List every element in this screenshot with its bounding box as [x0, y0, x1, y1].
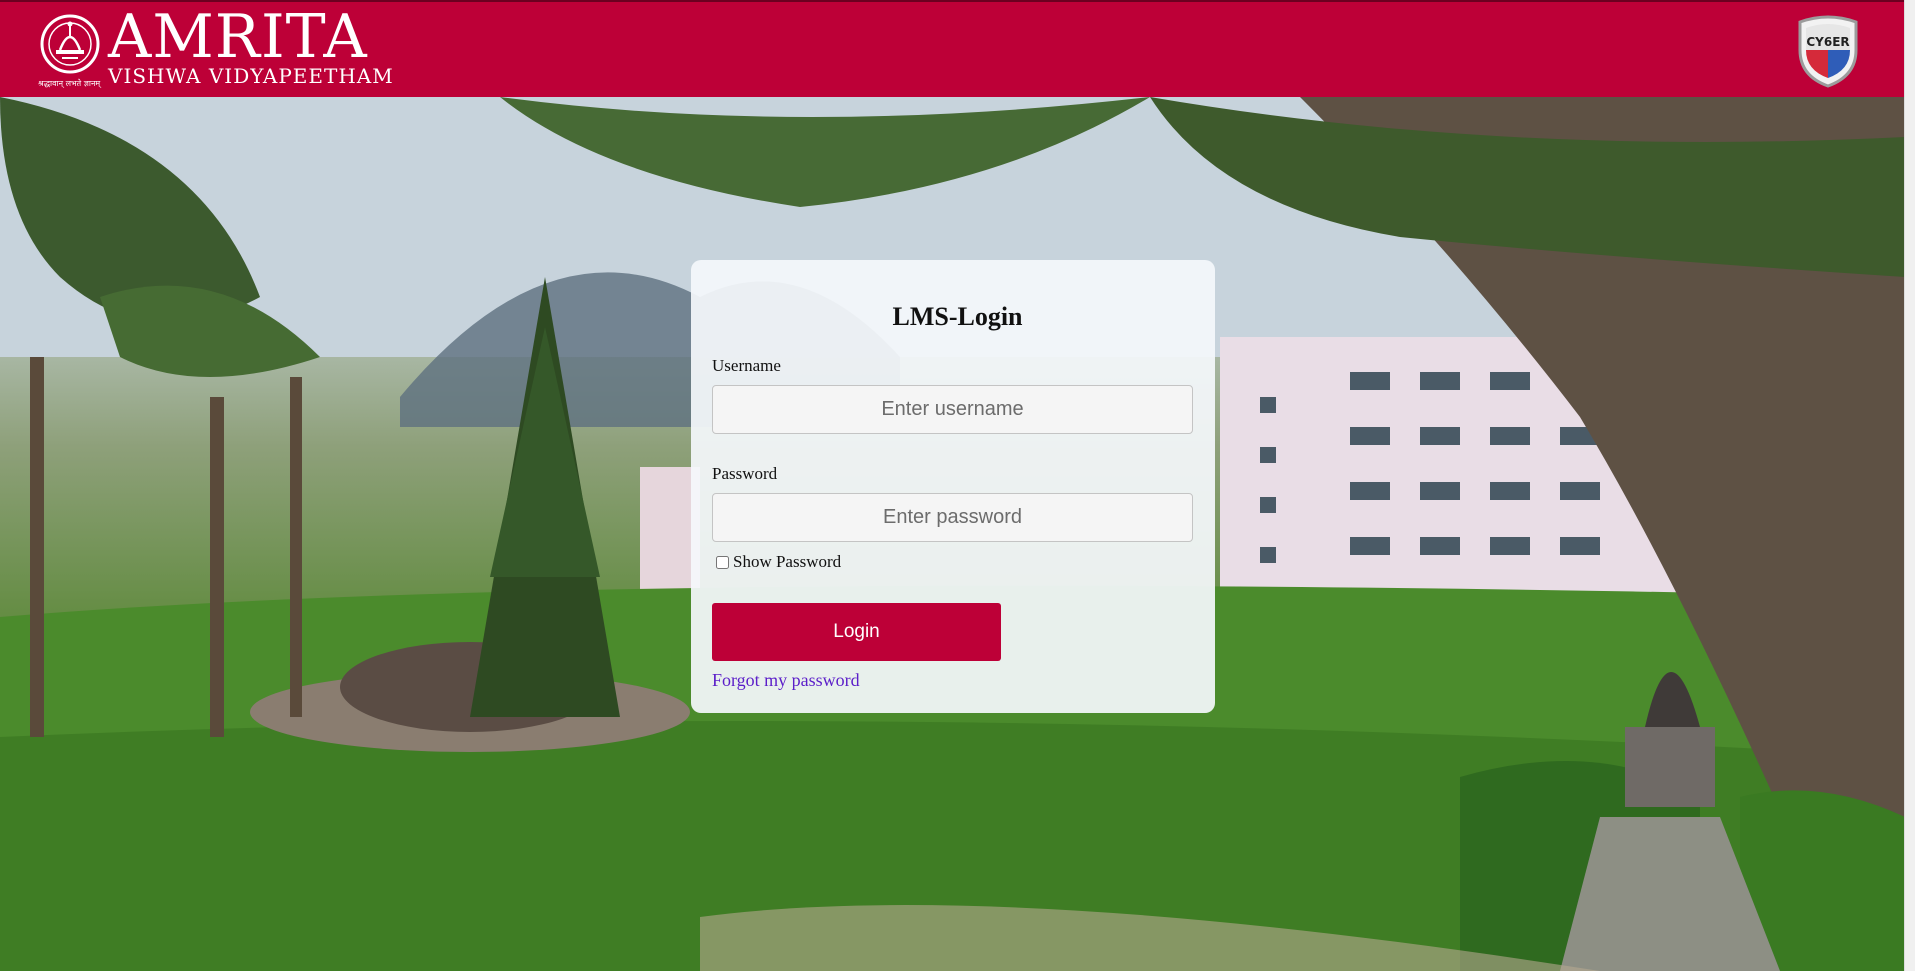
forgot-password-link[interactable]: Forgot my password	[712, 670, 860, 691]
badge-text: CY6ER	[1806, 35, 1849, 49]
show-password-row: Show Password	[716, 552, 841, 572]
username-input[interactable]	[712, 385, 1193, 434]
username-label: Username	[712, 356, 781, 375]
cyber-shield-icon: CY6ER	[1798, 15, 1858, 88]
amrita-emblem-icon	[40, 14, 100, 74]
logo-motto: श्रद्धावान् लभते ज्ञानम्	[38, 79, 101, 88]
login-button[interactable]: Login	[712, 603, 1001, 661]
login-title: LMS-Login	[892, 302, 1023, 331]
logo-title: AMRITA	[108, 2, 368, 72]
password-label: Password	[712, 464, 778, 483]
show-password-checkbox[interactable]	[716, 555, 729, 569]
top-header: AMRITA VISHWA VIDYAPEETHAM श्रद्धावान् ल…	[0, 0, 1905, 97]
logo-subtitle: VISHWA VIDYAPEETHAM	[108, 64, 394, 88]
password-input[interactable]	[712, 493, 1193, 542]
page-scrollbar[interactable]	[1904, 0, 1915, 971]
show-password-label[interactable]: Show Password	[733, 552, 841, 572]
